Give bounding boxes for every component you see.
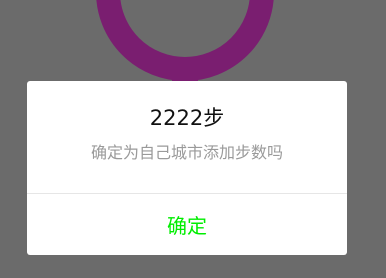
dialog-message: 确定为自己城市添加步数吗 bbox=[90, 143, 283, 162]
dialog-body: 2222步 确定为自己城市添加步数吗 bbox=[27, 81, 347, 194]
dialog-footer: 确定 bbox=[27, 194, 347, 255]
dialog-title: 2222步 bbox=[149, 106, 225, 130]
confirm-button[interactable]: 确定 bbox=[147, 204, 227, 245]
confirm-dialog: 2222步 确定为自己城市添加步数吗 确定 bbox=[27, 81, 347, 255]
